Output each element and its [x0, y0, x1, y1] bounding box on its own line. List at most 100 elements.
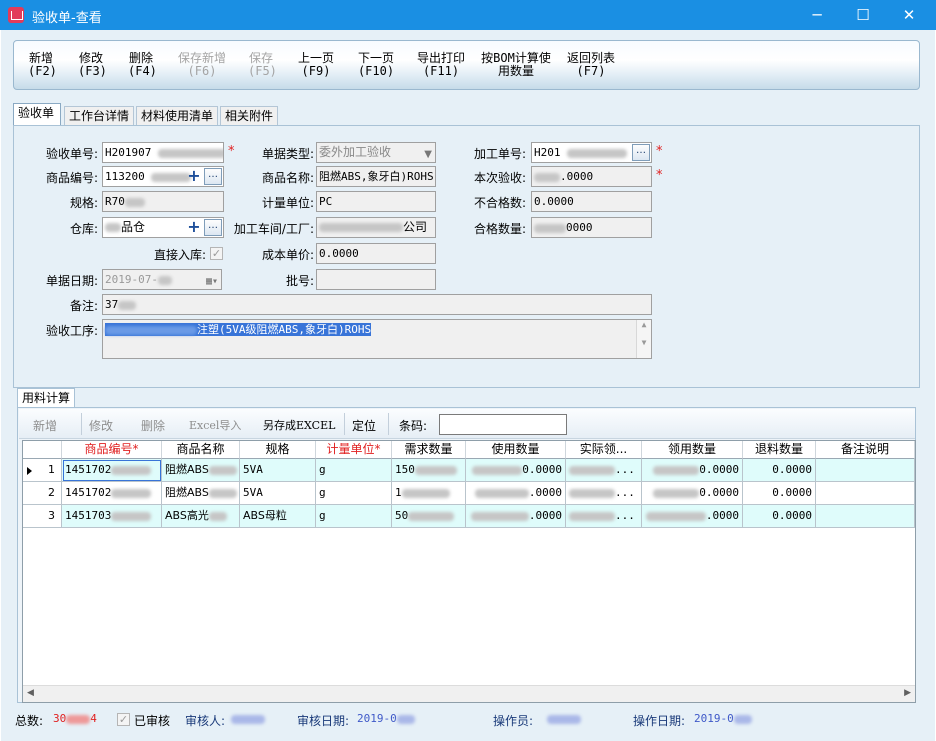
batch-field[interactable]	[316, 269, 436, 290]
grid-delete-button[interactable]: 删除	[141, 417, 165, 434]
tab-workbench-detail[interactable]: 工作台详情	[64, 106, 134, 126]
save-button[interactable]: 保存 (F5)	[248, 52, 277, 78]
col-header-receive[interactable]: 领用数量	[642, 441, 743, 459]
cell-demand[interactable]: 150	[392, 459, 466, 482]
tab-receipt[interactable]: 验收单	[13, 103, 61, 126]
cell-use[interactable]: .0000	[466, 505, 566, 528]
minimize-button[interactable]: ─	[794, 0, 840, 30]
cost-price-label: 成本单价:	[261, 248, 314, 262]
spec-field[interactable]: R70	[102, 191, 224, 212]
cell-actual[interactable]: ...	[566, 459, 642, 482]
unit-field[interactable]: PC	[316, 191, 436, 212]
cell-return[interactable]: 0.0000	[743, 459, 816, 482]
cell-actual[interactable]: ...	[566, 505, 642, 528]
tab-material-list[interactable]: 材料使用清单	[136, 106, 218, 126]
back-to-list-button[interactable]: 返回列表 (F7)	[564, 52, 618, 78]
barcode-input[interactable]	[439, 414, 567, 435]
table-row[interactable]: 2 1451702 阻燃ABS 5VA g 1 .0000 ... 0.0000…	[23, 482, 915, 505]
delete-button[interactable]: 删除 (F4)	[128, 52, 157, 78]
close-button[interactable]: ✕	[886, 0, 932, 30]
doc-no-field[interactable]: H201907	[102, 142, 224, 163]
cell-spec[interactable]: ABS母粒	[240, 505, 316, 528]
qualified-field[interactable]: 0000	[531, 217, 652, 238]
grid-edit-button[interactable]: 修改	[89, 417, 113, 434]
cell-unit[interactable]: g	[316, 482, 392, 505]
workshop-field[interactable]: 公司	[316, 217, 436, 238]
warehouse-lookup-button[interactable]: …	[204, 219, 222, 236]
grid-new-button[interactable]: 新增	[33, 417, 57, 434]
cell-unit[interactable]: g	[316, 459, 392, 482]
cell-name[interactable]: 阻燃ABS	[162, 459, 240, 482]
cell-receive[interactable]: .0000	[642, 505, 743, 528]
col-header-note[interactable]: 备注说明	[816, 441, 915, 459]
cell-return[interactable]: 0.0000	[743, 482, 816, 505]
cell-spec[interactable]: 5VA	[240, 459, 316, 482]
col-header-code[interactable]: 商品编号*	[62, 441, 162, 459]
add-warehouse-icon[interactable]: +	[186, 219, 202, 236]
col-header-actual[interactable]: 实际领...	[566, 441, 642, 459]
grid-toolbar: 新增 修改 删除 Excel导入 另存成EXCEL 定位 条码:	[19, 409, 915, 439]
cell-actual[interactable]: ...	[566, 482, 642, 505]
unqualified-field[interactable]: 0.0000	[531, 191, 652, 212]
add-product-icon[interactable]: +	[186, 168, 202, 185]
cell-code[interactable]: 1451703	[62, 505, 162, 528]
prev-page-button[interactable]: 上一页 (F9)	[296, 52, 336, 78]
tab-material-calc[interactable]: 用料计算	[17, 388, 75, 408]
scroll-right-icon[interactable]: ▶	[904, 688, 911, 698]
col-header-unit[interactable]: 计量单位*	[316, 441, 392, 459]
cost-price-field[interactable]: 0.0000	[316, 243, 436, 264]
cell-code[interactable]: 1451702	[62, 482, 162, 505]
cell-name[interactable]: 阻燃ABS	[162, 482, 240, 505]
cell-use[interactable]: .0000	[466, 482, 566, 505]
title-bar: 验收单-查看 ─ ☐ ✕	[0, 0, 936, 30]
receipt-form: 验收单号: H201907 * 单据类型: 委外加工验收 ▼ 加工单号: H201…	[13, 125, 920, 388]
next-page-button[interactable]: 下一页 (F10)	[356, 52, 396, 78]
direct-in-checkbox[interactable]: ✓	[210, 247, 223, 260]
cell-name[interactable]: ABS高光	[162, 505, 240, 528]
doc-date-picker[interactable]: 2019-07- ▦▾	[102, 269, 222, 290]
col-header-return[interactable]: 退料数量	[743, 441, 816, 459]
table-row[interactable]: 3 1451703 ABS高光 ABS母粒 g 50 .0000 ... .00…	[23, 505, 915, 528]
doc-type-select[interactable]: 委外加工验收 ▼	[316, 142, 436, 163]
window-title: 验收单-查看	[32, 11, 102, 26]
cell-use[interactable]: 0.0000	[466, 459, 566, 482]
cell-note[interactable]	[816, 459, 915, 482]
excel-import-button[interactable]: Excel导入	[189, 417, 241, 433]
bom-calc-button[interactable]: 按BOM计算使 用数量	[480, 52, 552, 78]
cell-note[interactable]	[816, 505, 915, 528]
save-as-excel-button[interactable]: 另存成EXCEL	[263, 417, 335, 433]
this-accept-field[interactable]: .0000	[531, 166, 652, 187]
save-new-button[interactable]: 保存新增 (F6)	[176, 52, 228, 78]
cell-note[interactable]	[816, 482, 915, 505]
new-button[interactable]: 新增 (F2)	[28, 52, 57, 78]
audit-date-label: 审核日期:	[297, 714, 350, 728]
col-header-demand[interactable]: 需求数量	[392, 441, 466, 459]
scroll-left-icon[interactable]: ◀	[27, 688, 34, 698]
cell-demand[interactable]: 1	[392, 482, 466, 505]
col-header-spec[interactable]: 规格	[240, 441, 316, 459]
export-print-button[interactable]: 导出打印 (F11)	[414, 52, 468, 78]
cell-spec[interactable]: 5VA	[240, 482, 316, 505]
col-header-name[interactable]: 商品名称	[162, 441, 240, 459]
remark-field[interactable]: 37	[102, 294, 652, 315]
cell-return[interactable]: 0.0000	[743, 505, 816, 528]
table-row[interactable]: 1 1451702 阻燃ABS 5VA g 150 0.0000 ... 0.0…	[23, 459, 915, 482]
accept-process-memo[interactable]: 注塑(5VA级阻燃ABS,象牙白)ROHS ▲ ▼	[102, 319, 652, 359]
maximize-button[interactable]: ☐	[840, 0, 886, 30]
cell-demand[interactable]: 50	[392, 505, 466, 528]
col-header-use[interactable]: 使用数量	[466, 441, 566, 459]
cell-unit[interactable]: g	[316, 505, 392, 528]
product-lookup-button[interactable]: …	[204, 168, 222, 185]
locate-button[interactable]: 定位	[352, 417, 376, 434]
memo-scrollbar[interactable]: ▲ ▼	[636, 320, 651, 358]
op-date-value: 2019-0	[694, 712, 752, 725]
tab-attachments[interactable]: 相关附件	[220, 106, 278, 126]
cell-code[interactable]: 1451702	[62, 459, 162, 482]
product-name-field[interactable]: 阻燃ABS,象牙白)ROHS	[316, 166, 436, 187]
cell-receive[interactable]: 0.0000	[642, 459, 743, 482]
process-no-lookup-button[interactable]: …	[632, 144, 650, 161]
cell-receive[interactable]: 0.0000	[642, 482, 743, 505]
horizontal-scrollbar[interactable]: ◀ ▶	[23, 685, 915, 702]
product-code-label: 商品编号:	[45, 171, 98, 185]
edit-button[interactable]: 修改 (F3)	[78, 52, 107, 78]
